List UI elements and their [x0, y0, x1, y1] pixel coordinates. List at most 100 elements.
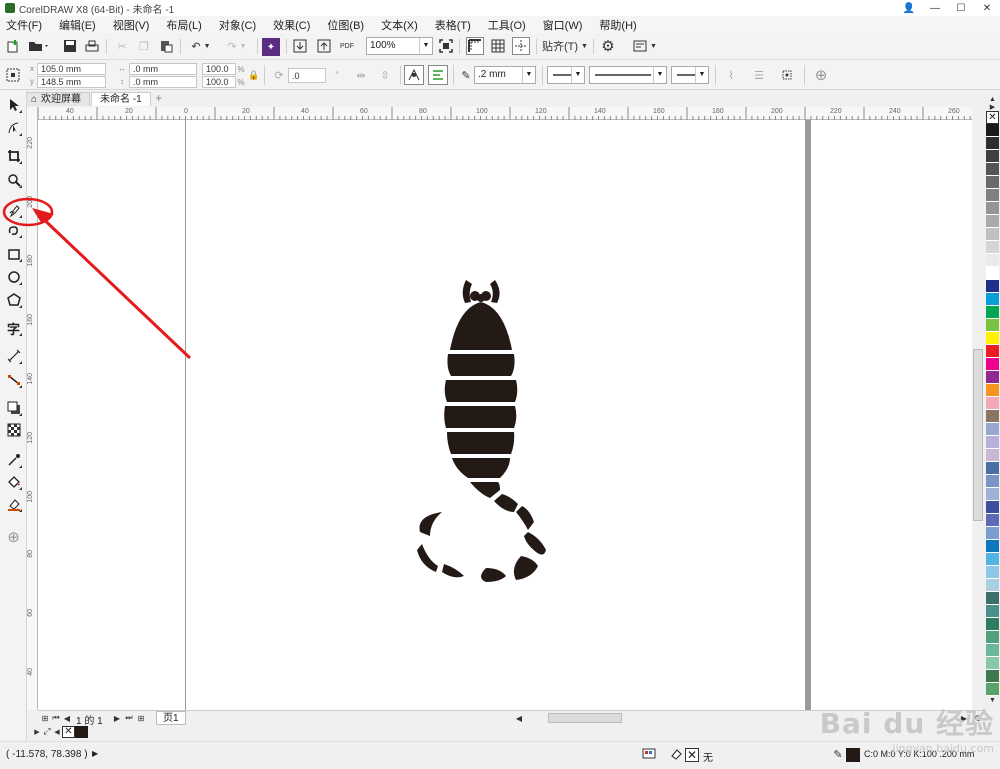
color-swatch[interactable] — [986, 358, 999, 371]
page-size-icon[interactable] — [4, 66, 22, 84]
color-swatch[interactable] — [986, 254, 999, 267]
menu-text[interactable]: 文本(X) — [381, 17, 418, 33]
fill-none-swatch[interactable]: ✕ — [685, 748, 699, 762]
color-swatch[interactable] — [986, 306, 999, 319]
color-proof-icon[interactable] — [641, 746, 657, 762]
palette-menu-icon[interactable]: ▶ — [985, 103, 1000, 111]
color-swatch[interactable] — [986, 137, 999, 150]
color-swatch[interactable] — [986, 670, 999, 683]
options-gear-icon[interactable]: ⚙ — [600, 38, 616, 55]
new-document-icon[interactable] — [5, 38, 21, 54]
menu-layout[interactable]: 布局(L) — [166, 17, 201, 33]
no-color-swatch[interactable]: ✕ — [986, 111, 999, 124]
color-swatch[interactable] — [986, 371, 999, 384]
save-icon[interactable] — [62, 38, 78, 54]
interactive-fill-tool-icon[interactable] — [3, 472, 24, 492]
text-tool-icon[interactable]: 字 — [3, 318, 24, 338]
smart-fill-tool-icon[interactable] — [3, 494, 24, 514]
shape-tool-icon[interactable] — [3, 118, 24, 138]
horizontal-ruler[interactable]: 40 20 0 20 40 60 80 100 120 140 160 180 … — [38, 107, 984, 120]
drawing-canvas[interactable] — [38, 120, 972, 710]
position-y-field[interactable]: 148.5 mm — [37, 76, 106, 88]
last-page-icon[interactable]: ⏭ — [124, 712, 134, 724]
color-swatch[interactable] — [986, 488, 999, 501]
show-grid-icon[interactable] — [490, 38, 506, 54]
color-swatch[interactable] — [986, 514, 999, 527]
palette-scroll-up-icon[interactable]: ▲ — [985, 95, 1000, 103]
doc-no-color-swatch[interactable]: ✕ — [62, 725, 75, 738]
mirror-vertical-icon[interactable]: ⇳ — [376, 66, 394, 84]
user-icon[interactable]: 👤 — [896, 0, 922, 16]
next-page-icon[interactable]: ▶ — [112, 712, 122, 724]
color-swatch[interactable] — [986, 124, 999, 137]
freehand-tool-icon[interactable] — [3, 200, 24, 220]
color-swatch[interactable] — [986, 527, 999, 540]
end-arrowhead-select[interactable]: ▼ — [671, 66, 709, 84]
zoom-tool-icon[interactable] — [3, 170, 24, 190]
menu-tools[interactable]: 工具(O) — [488, 17, 526, 33]
color-swatch[interactable] — [986, 683, 999, 696]
full-screen-icon[interactable] — [438, 38, 454, 54]
menu-effects[interactable]: 效果(C) — [273, 17, 310, 33]
color-swatch[interactable] — [986, 462, 999, 475]
color-swatch[interactable] — [986, 397, 999, 410]
eyedropper-icon[interactable]: ⤢ — [42, 726, 52, 738]
color-swatch[interactable] — [986, 280, 999, 293]
color-swatch[interactable] — [986, 501, 999, 514]
scale-x-field[interactable]: 100.0 — [202, 63, 236, 75]
color-swatch[interactable] — [986, 345, 999, 358]
parallel-dimension-tool-icon[interactable] — [3, 346, 24, 366]
minimize-button[interactable]: — — [922, 0, 948, 16]
add-tab-button[interactable]: + — [152, 92, 166, 106]
color-eyedropper-tool-icon[interactable] — [3, 450, 24, 470]
color-swatch[interactable] — [986, 293, 999, 306]
menu-bitmaps[interactable]: 位图(B) — [327, 17, 364, 33]
print-icon[interactable] — [84, 38, 100, 54]
color-swatch[interactable] — [986, 228, 999, 241]
menu-file[interactable]: 文件(F) — [6, 17, 42, 33]
color-swatch[interactable] — [986, 215, 999, 228]
tab-document[interactable]: 未命名 -1 — [91, 92, 151, 106]
color-swatch[interactable] — [986, 475, 999, 488]
vertical-ruler[interactable]: 220 200 180 160 140 120 100 80 60 40 — [27, 107, 38, 710]
document-palette-menu-icon[interactable]: ▶ — [32, 726, 42, 738]
crop-tool-icon[interactable] — [3, 146, 24, 166]
vertical-scrollbar[interactable] — [972, 107, 984, 710]
menu-view[interactable]: 视图(V) — [113, 17, 150, 33]
add-page-icon[interactable]: ⊞ — [136, 712, 146, 724]
start-arrowhead-select[interactable]: ▼ — [547, 66, 585, 84]
lock-ratio-icon[interactable]: 🔒 — [248, 68, 260, 82]
doc-black-swatch[interactable] — [75, 725, 88, 738]
scorpion-drawing[interactable] — [38, 120, 972, 710]
tab-welcome-screen[interactable]: ⌂ 欢迎屏幕 — [22, 92, 91, 106]
rectangle-tool-icon[interactable] — [3, 244, 24, 264]
status-expand-icon[interactable]: ▶ — [92, 749, 98, 758]
tab-page-1[interactable]: 页1 — [156, 711, 186, 725]
wrap-text-icon[interactable] — [404, 65, 424, 85]
show-guidelines-icon[interactable] — [512, 37, 530, 55]
pick-tool-icon[interactable] — [3, 95, 24, 115]
color-swatch[interactable] — [986, 332, 999, 345]
application-launcher-icon[interactable]: ▼ — [630, 38, 660, 54]
color-swatch[interactable] — [986, 202, 999, 215]
previous-page-icon[interactable]: ◀ — [62, 712, 72, 724]
page-options-icon[interactable]: ⊞ — [40, 712, 50, 724]
color-swatch[interactable] — [986, 319, 999, 332]
text-wrap-icon[interactable]: ☰ — [750, 66, 768, 84]
color-swatch[interactable] — [986, 163, 999, 176]
height-field[interactable]: .0 mm — [129, 76, 197, 88]
color-swatch[interactable] — [986, 631, 999, 644]
convert-to-curves-icon[interactable]: ⌇ — [722, 66, 740, 84]
color-swatch[interactable] — [986, 449, 999, 462]
search-content-icon[interactable]: ✦ — [262, 38, 280, 56]
scale-y-field[interactable]: 100.0 — [202, 76, 236, 88]
cut-icon[interactable]: ✂ — [114, 38, 130, 54]
add-toolbar-icon[interactable]: ⊕ — [812, 66, 830, 84]
artistic-media-tool-icon[interactable] — [3, 220, 24, 240]
line-style-select[interactable]: ▼ — [589, 66, 667, 84]
connector-tool-icon[interactable] — [3, 370, 24, 390]
import-icon[interactable] — [292, 38, 308, 54]
color-swatch[interactable] — [986, 553, 999, 566]
menu-table[interactable]: 表格(T) — [435, 17, 471, 33]
paste-icon[interactable] — [158, 38, 174, 54]
